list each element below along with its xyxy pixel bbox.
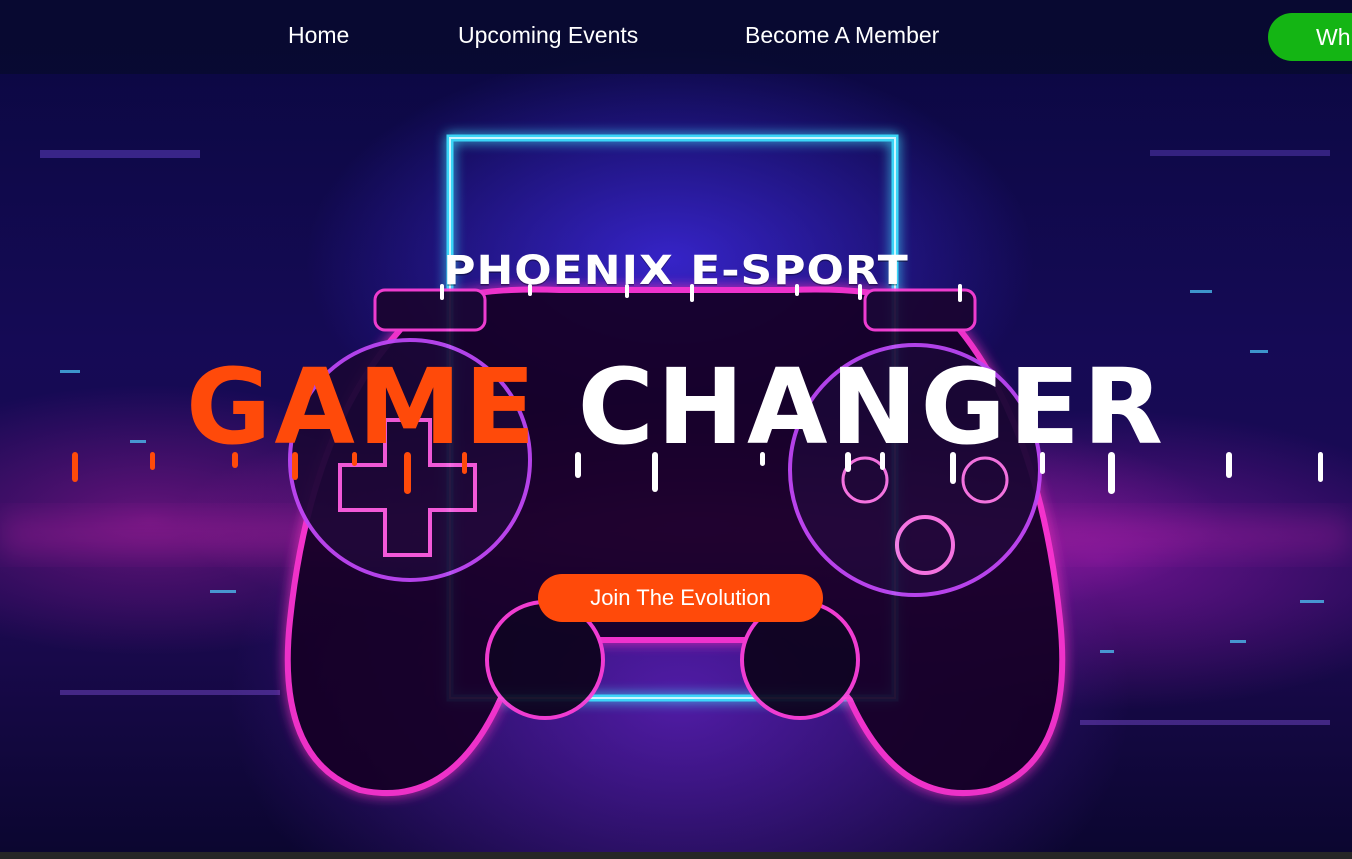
headline-word-game: GAME bbox=[186, 346, 539, 468]
nav-home-link[interactable]: Home bbox=[288, 22, 349, 49]
nav-cta-button[interactable]: Wh bbox=[1268, 13, 1352, 61]
hero-subtitle: PHOENIX E-SPORT bbox=[443, 247, 909, 294]
headline-word-changer: CHANGER bbox=[577, 346, 1166, 468]
top-navbar: Home Upcoming Events Become A Member Wh bbox=[0, 0, 1352, 74]
nav-upcoming-events-link[interactable]: Upcoming Events bbox=[458, 22, 638, 49]
bottom-strip bbox=[0, 852, 1352, 859]
hero-headline: GAME CHANGER bbox=[0, 352, 1352, 462]
hero-section: Home Upcoming Events Become A Member Wh … bbox=[0, 0, 1352, 852]
join-evolution-button[interactable]: Join The Evolution bbox=[538, 574, 823, 622]
nav-become-member-link[interactable]: Become A Member bbox=[745, 22, 939, 49]
